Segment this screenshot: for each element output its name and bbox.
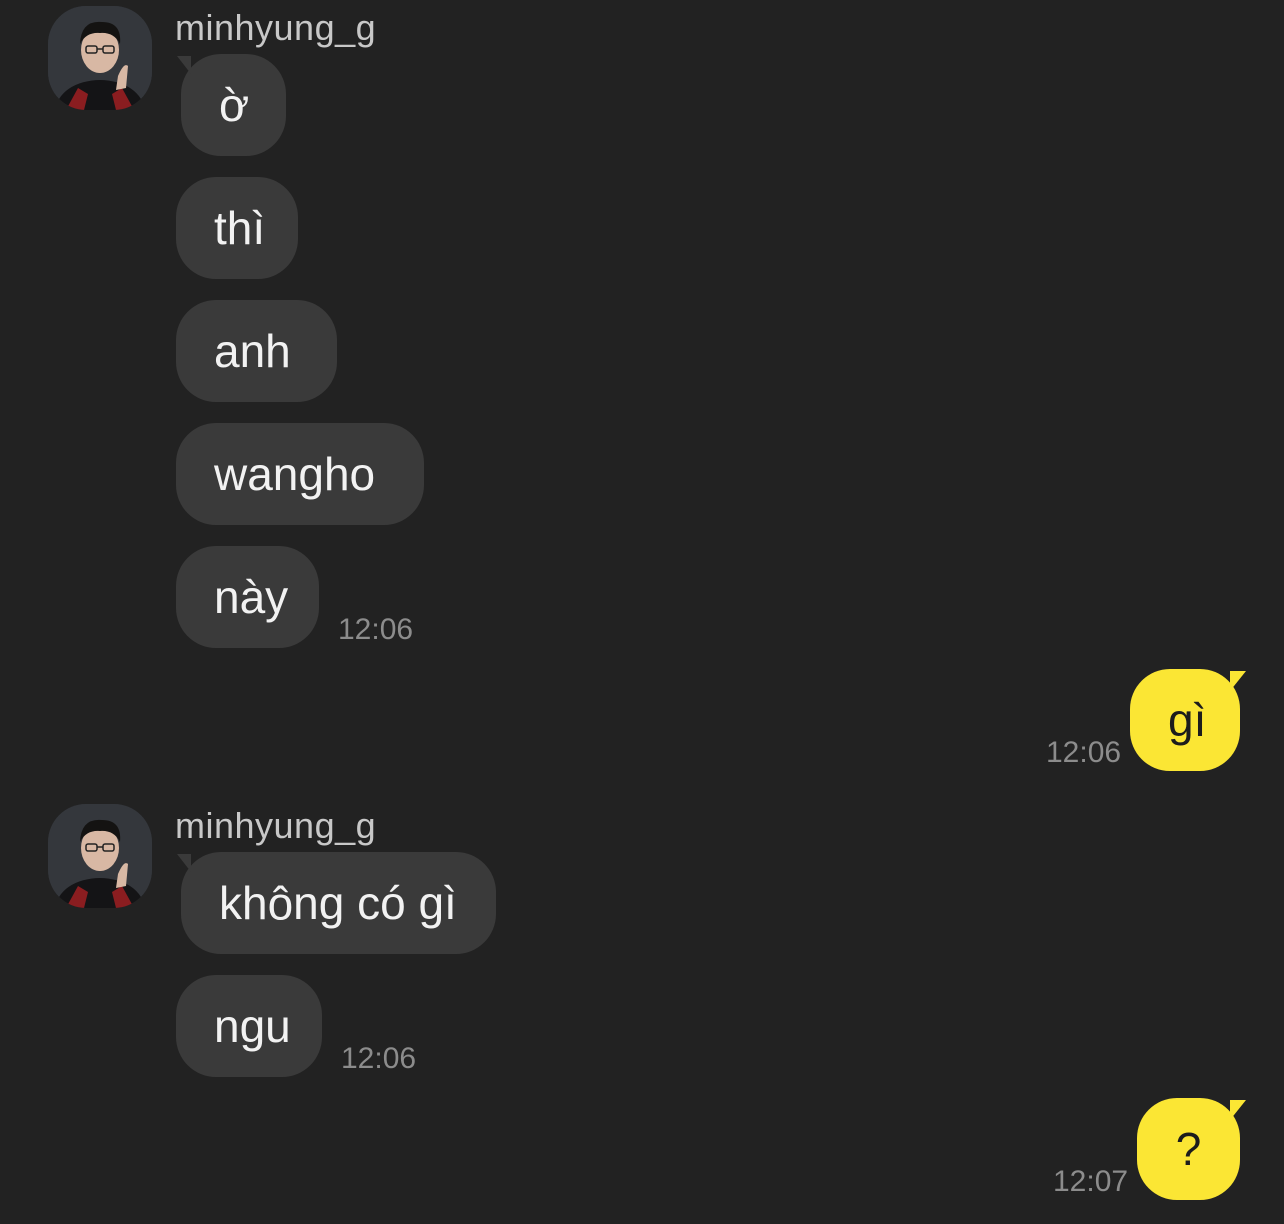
sender-name: minhyung_g (175, 805, 377, 846)
avatar[interactable] (48, 804, 152, 908)
message-timestamp: 12:06 (338, 613, 414, 646)
message-timestamp: 12:06 (341, 1042, 417, 1075)
message-bubble[interactable]: thì (176, 177, 298, 279)
message-bubble[interactable]: không có gì (177, 852, 496, 954)
message-bubble[interactable]: này (176, 546, 319, 648)
message-timestamp: 12:07 (1053, 1165, 1129, 1198)
avatar-photo-icon (48, 804, 152, 908)
avatar[interactable] (48, 6, 152, 110)
avatar-photo-icon (48, 6, 152, 110)
my-message-bubble[interactable]: ? (1137, 1098, 1246, 1200)
chat-thread: minhyung_g ờ thì anh wangho này 12:06 12… (0, 0, 1284, 1224)
message-bubble[interactable]: anh (176, 300, 337, 402)
message-bubble[interactable]: wangho (176, 423, 424, 525)
sender-name: minhyung_g (175, 7, 377, 48)
message-timestamp: 12:06 (1046, 736, 1122, 769)
message-bubble[interactable]: ngu (176, 975, 322, 1077)
message-bubble[interactable]: ờ (177, 54, 286, 156)
my-message-bubble[interactable]: gì (1130, 669, 1246, 771)
